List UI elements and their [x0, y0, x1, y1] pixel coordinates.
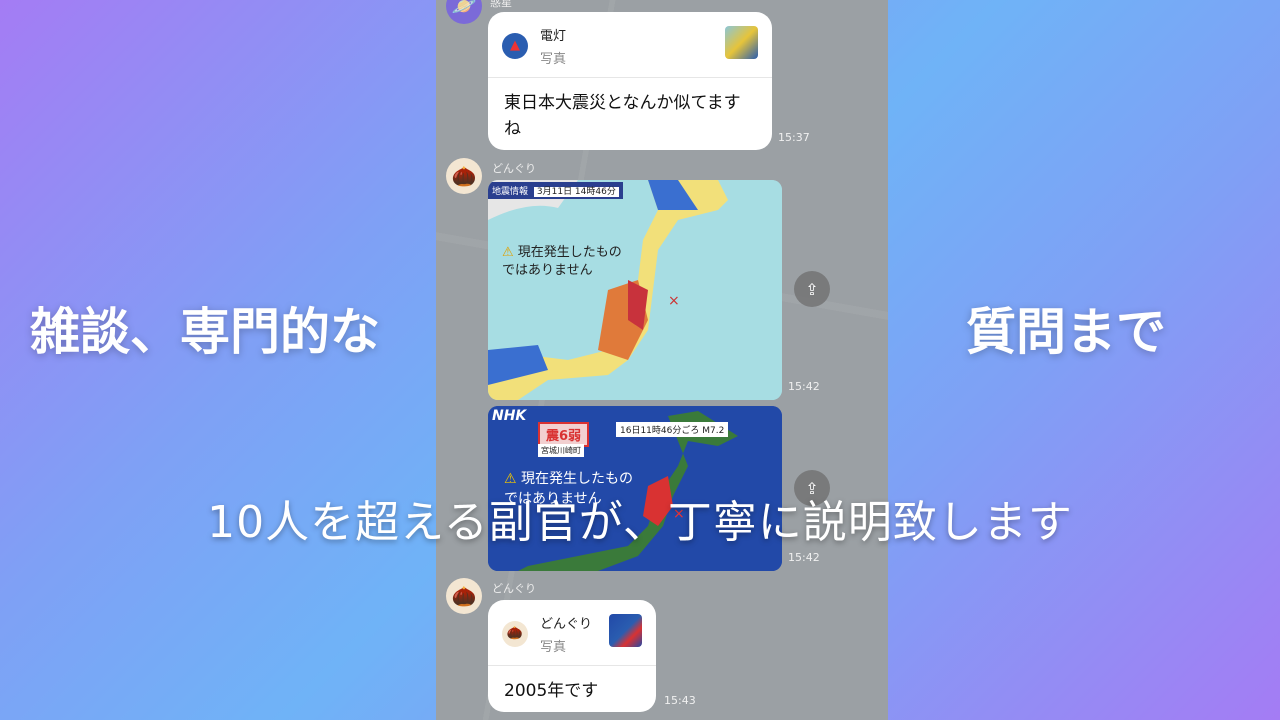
acorn-icon: 🌰	[502, 620, 528, 647]
acorn-avatar[interactable]: 🌰	[446, 158, 482, 194]
planet-avatar[interactable]: 🪐	[446, 0, 482, 24]
caption-subtitle: 10人を超える副官が、丁寧に説明致します	[207, 497, 1073, 548]
map-notice-text: 現在発生したものではありません	[502, 245, 622, 279]
message-bubble[interactable]: 🌰 どんぐり 写真 2005年です	[488, 600, 656, 712]
message-text: 2005年です	[504, 681, 599, 701]
reply-sender: 電灯	[540, 28, 567, 44]
message-time: 15:43	[664, 694, 696, 707]
lamp-icon: ▲	[502, 32, 528, 59]
message-bubble[interactable]: ▲ 電灯 写真 東日本大震災となんか似てますね	[488, 12, 772, 150]
reply-type: 写真	[540, 51, 567, 67]
message-time: 15:42	[788, 551, 820, 564]
reply-sender: どんぐり	[540, 616, 593, 632]
caption-right: 質問まで	[966, 303, 1166, 361]
sender-name: 惑星	[490, 0, 512, 9]
earthquake-map-image[interactable]: × 地震情報 3月11日 14時46分 ⚠ 現在発生したものではありません	[488, 180, 782, 400]
share-button[interactable]: ⇪	[794, 271, 830, 307]
map-header: 地震情報 3月11日 14時46分	[488, 182, 623, 199]
share-icon: ⇪	[805, 279, 819, 299]
location-label: 宮城川崎町	[538, 444, 584, 457]
reply-preview[interactable]: ▲ 電灯 写真	[488, 12, 772, 78]
message-time: 15:37	[778, 131, 810, 144]
acorn-icon: 🌰	[451, 164, 477, 188]
acorn-avatar[interactable]: 🌰	[446, 578, 482, 614]
broadcaster-logo: NHK	[492, 408, 527, 424]
caption-left: 雑談、専門的な	[30, 303, 380, 361]
map-header-label: 地震情報	[492, 187, 529, 197]
chat-screen: 🪐 惑星 ▲ 電灯 写真 東日本大震災となんか似てますね 15:37 🌰 どんぐ…	[436, 0, 888, 720]
reply-thumbnail	[725, 26, 758, 59]
sender-name: どんぐり	[492, 162, 536, 175]
svg-text:×: ×	[668, 293, 680, 309]
message-time: 15:42	[788, 380, 820, 393]
sender-name: どんぐり	[492, 582, 536, 595]
acorn-icon: 🌰	[451, 584, 477, 608]
reply-preview[interactable]: 🌰 どんぐり 写真	[488, 600, 656, 666]
planet-icon: 🪐	[451, 0, 477, 18]
message-text: 東日本大震災となんか似てますね	[504, 93, 741, 140]
reply-type: 写真	[540, 639, 567, 655]
warning-icon: ⚠	[502, 245, 514, 260]
event-info: 16日11時46分ごろ M7.2	[616, 422, 729, 437]
reply-thumbnail	[609, 614, 642, 647]
warning-icon: ⚠	[504, 471, 517, 487]
map-notice: ⚠ 現在発生したものではありません	[502, 244, 632, 280]
earthquake-map-graphic: ×	[488, 180, 782, 400]
map-date: 3月11日 14時46分	[533, 187, 619, 197]
